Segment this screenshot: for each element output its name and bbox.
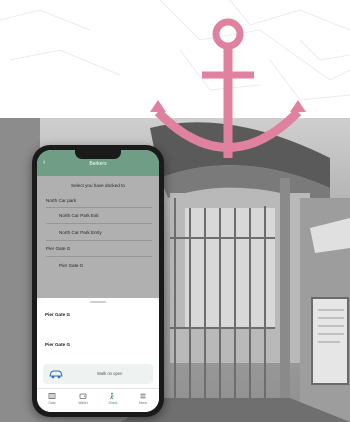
bottom-sheet: Pier Gate G Pier Gate G Walk on open Gat… bbox=[37, 298, 159, 412]
sheet-item[interactable]: Pier Gate G bbox=[45, 342, 70, 347]
phone-mockup: ‹ Berkers Select you have docked to Nort… bbox=[32, 145, 164, 417]
phone-notch bbox=[75, 150, 121, 159]
wallet-icon bbox=[79, 393, 87, 399]
sheet-item[interactable]: Pier Gate G bbox=[45, 312, 70, 317]
car-icon bbox=[49, 370, 63, 379]
modal-backdrop[interactable] bbox=[37, 176, 159, 298]
tab-wallet[interactable]: Wallet bbox=[68, 392, 98, 405]
tab-label: Menu bbox=[138, 401, 148, 405]
menu-icon bbox=[140, 393, 146, 399]
tab-gate[interactable]: Gate bbox=[37, 392, 67, 405]
walk-on-open-label: Walk on open bbox=[97, 371, 123, 376]
tab-label: Wallet bbox=[78, 401, 88, 405]
sheet-grab-handle[interactable] bbox=[90, 301, 106, 303]
anchor-icon bbox=[150, 8, 310, 168]
tab-direct[interactable]: Direct bbox=[98, 392, 128, 405]
walk-on-open-row[interactable]: Walk on open bbox=[43, 364, 153, 384]
phone-screen: ‹ Berkers Select you have docked to Nort… bbox=[37, 150, 159, 412]
bottom-tab-bar: Gate Wallet Direct Menu bbox=[37, 388, 159, 412]
tab-menu[interactable]: Menu bbox=[128, 392, 158, 405]
tab-label: Direct bbox=[108, 401, 118, 405]
directions-icon bbox=[110, 392, 114, 400]
header-title: Berkers bbox=[89, 161, 107, 167]
tab-label: Gate bbox=[48, 401, 56, 405]
gate-icon bbox=[48, 393, 56, 399]
